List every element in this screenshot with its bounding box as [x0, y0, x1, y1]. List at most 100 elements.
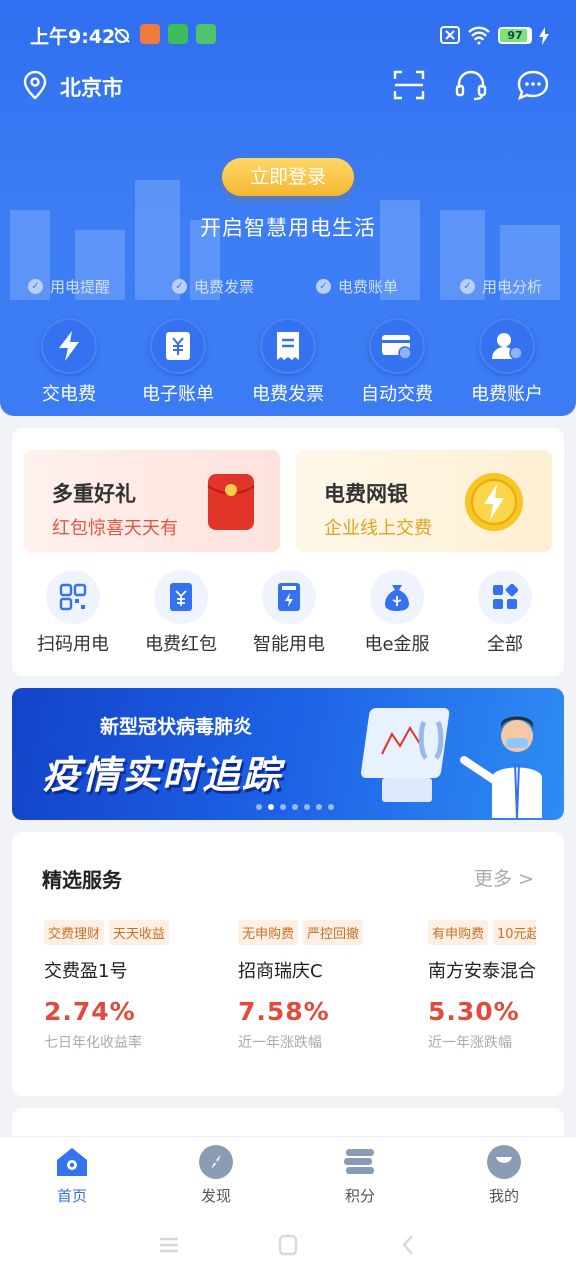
fund-tag: 交费理财 — [44, 920, 105, 945]
feature-highlights: ✓ 用电提醒 ✓ 电费发票 ✓ 电费账单 ✓ 用电分析 — [0, 276, 576, 300]
alarm-muted-icon — [114, 27, 130, 43]
check-icon: ✓ — [460, 279, 475, 294]
tab-home[interactable]: 首页 — [22, 1145, 122, 1206]
header-hero: 上午9:42 97 北京市 立即登录 开启智慧用电生活 ✓ 用电提醒 ✓ 电费发票 … — [0, 0, 576, 416]
invoice-icon — [277, 332, 299, 360]
services-card: 多重好礼 红包惊喜天天有 电费网银 企业线上交费 扫码用电 电费红包 智能用电 … — [12, 428, 564, 676]
banner-subtitle: 新型冠状病毒肺炎 — [100, 716, 253, 738]
carousel-indicator — [256, 804, 334, 810]
wifi-icon — [468, 26, 490, 45]
message-bubble-icon[interactable] — [516, 68, 550, 102]
feature-item: ✓ 用电提醒 — [28, 276, 110, 297]
carousel-dot[interactable] — [256, 804, 262, 810]
red-envelope-icon — [170, 583, 192, 611]
back-nav-icon[interactable] — [400, 1234, 416, 1256]
service-scan-electricity[interactable]: 扫码用电 — [18, 570, 128, 656]
banner-title: 疫情实时追踪 — [42, 753, 283, 797]
home-icon — [57, 1148, 87, 1176]
account-user-icon — [492, 333, 523, 360]
doctor-illustration — [360, 708, 542, 818]
system-navigation-bar — [0, 1220, 576, 1280]
city-selector[interactable]: 北京市 — [60, 72, 123, 102]
lightning-icon — [59, 331, 79, 361]
fund-rate: 7.58% — [238, 997, 330, 1026]
quick-action-invoice[interactable]: 电费发票 — [233, 318, 343, 406]
fund-rate: 5.30% — [428, 997, 520, 1026]
status-time: 上午9:42 — [30, 26, 116, 48]
quick-action-auto-pay[interactable]: 自动交费 — [342, 318, 452, 406]
qr-scan-icon — [59, 583, 87, 611]
service-all[interactable]: 全部 — [450, 570, 560, 656]
carousel-dot[interactable] — [316, 804, 322, 810]
feature-item: ✓ 用电分析 — [460, 276, 542, 297]
fund-tag: 10元起 — [493, 920, 536, 945]
app-notification-icon — [196, 24, 216, 44]
quick-actions: 交电费 电子账单 电费发票 自动交费 电费账户 — [0, 318, 576, 408]
gold-coin-icon — [465, 473, 523, 531]
login-button[interactable]: 立即登录 — [222, 158, 354, 196]
hero-slogan: 开启智慧用电生活 — [200, 216, 376, 240]
service-smart-electricity[interactable]: 智能用电 — [234, 570, 344, 656]
red-envelope-icon — [207, 474, 255, 530]
fund-tag: 天天收益 — [109, 920, 170, 945]
carousel-dot[interactable] — [280, 804, 286, 810]
menu-nav-icon[interactable] — [158, 1236, 180, 1254]
fund-tag: 有申购费 — [428, 920, 489, 945]
quick-action-e-bill[interactable]: 电子账单 — [123, 318, 233, 406]
scan-icon[interactable] — [392, 68, 426, 102]
service-e-finance[interactable]: 电e金服 — [342, 570, 452, 656]
fund-rate-desc: 近一年涨跌幅 — [238, 1035, 322, 1051]
carousel-dot[interactable] — [292, 804, 298, 810]
points-stack-icon — [344, 1149, 374, 1174]
section-title: 精选服务 — [42, 868, 122, 892]
fund-rate-desc: 近一年涨跌幅 — [428, 1035, 512, 1051]
fund-item[interactable]: 交费理财 天天收益 交费盈1号 2.74% 七日年化收益率 — [44, 920, 214, 1052]
service-bill-red-envelope[interactable]: 电费红包 — [126, 570, 236, 656]
location-bar: 北京市 — [0, 62, 576, 108]
promo-enterprise-banking[interactable]: 电费网银 企业线上交费 — [296, 450, 552, 552]
more-link[interactable]: 更多 > — [474, 864, 534, 891]
carousel-dot[interactable] — [328, 804, 334, 810]
battery-indicator: 97 — [498, 27, 532, 44]
quick-action-pay-bill[interactable]: 交电费 — [14, 318, 124, 406]
featured-services-card: 精选服务 更多 > 交费理财 天天收益 交费盈1号 2.74% 七日年化收益率 无… — [12, 832, 564, 1096]
check-icon: ✓ — [316, 279, 331, 294]
fund-name: 交费盈1号 — [44, 961, 128, 982]
smart-meter-icon — [278, 583, 300, 611]
status-bar: 上午9:42 97 — [0, 0, 576, 68]
fund-name: 南方安泰混合 — [428, 961, 536, 982]
service-shortcuts: 扫码用电 电费红包 智能用电 电e金服 全部 — [12, 570, 564, 660]
bottom-tab-bar: 首页 发现 积分 我的 — [0, 1136, 576, 1220]
promo-red-envelope[interactable]: 多重好礼 红包惊喜天天有 — [24, 450, 280, 552]
app-notification-icon — [168, 24, 188, 44]
fund-rate-desc: 七日年化收益率 — [44, 1035, 142, 1051]
carousel-dot[interactable] — [304, 804, 310, 810]
feature-item: ✓ 电费发票 — [172, 276, 254, 297]
fund-rate: 2.74% — [44, 997, 136, 1026]
grid-all-icon — [493, 584, 518, 609]
money-bag-icon — [385, 585, 409, 611]
home-nav-icon[interactable] — [278, 1234, 298, 1256]
tab-profile[interactable]: 我的 — [454, 1145, 554, 1206]
fund-item[interactable]: 无申购费 严控回撤 招商瑞庆C 7.58% 近一年涨跌幅 — [238, 920, 408, 1052]
tab-points[interactable]: 积分 — [310, 1145, 410, 1206]
auto-pay-card-icon — [382, 335, 412, 360]
tab-discover[interactable]: 发现 — [166, 1145, 266, 1206]
location-pin-icon[interactable] — [22, 70, 48, 100]
fund-item[interactable]: 有申购费 10元起 南方安泰混合 5.30% 近一年涨跌幅 — [428, 920, 536, 1052]
carousel-dot-active[interactable] — [268, 804, 274, 810]
quick-action-account[interactable]: 电费账户 — [452, 318, 562, 406]
customer-service-headset-icon[interactable] — [454, 68, 488, 102]
charging-icon — [539, 27, 549, 45]
compass-icon — [211, 1155, 221, 1169]
fund-name: 招商瑞庆C — [238, 961, 323, 982]
check-icon: ✓ — [28, 279, 43, 294]
epidemic-tracking-banner[interactable]: 新型冠状病毒肺炎 疫情实时追踪 — [12, 688, 564, 820]
profile-icon — [496, 1157, 512, 1163]
fund-tag: 严控回撤 — [303, 920, 364, 945]
no-sim-icon — [440, 26, 460, 44]
fund-tag: 无申购费 — [238, 920, 299, 945]
yuan-bill-icon — [166, 332, 190, 360]
app-notification-icon — [140, 24, 160, 44]
check-icon: ✓ — [172, 279, 187, 294]
